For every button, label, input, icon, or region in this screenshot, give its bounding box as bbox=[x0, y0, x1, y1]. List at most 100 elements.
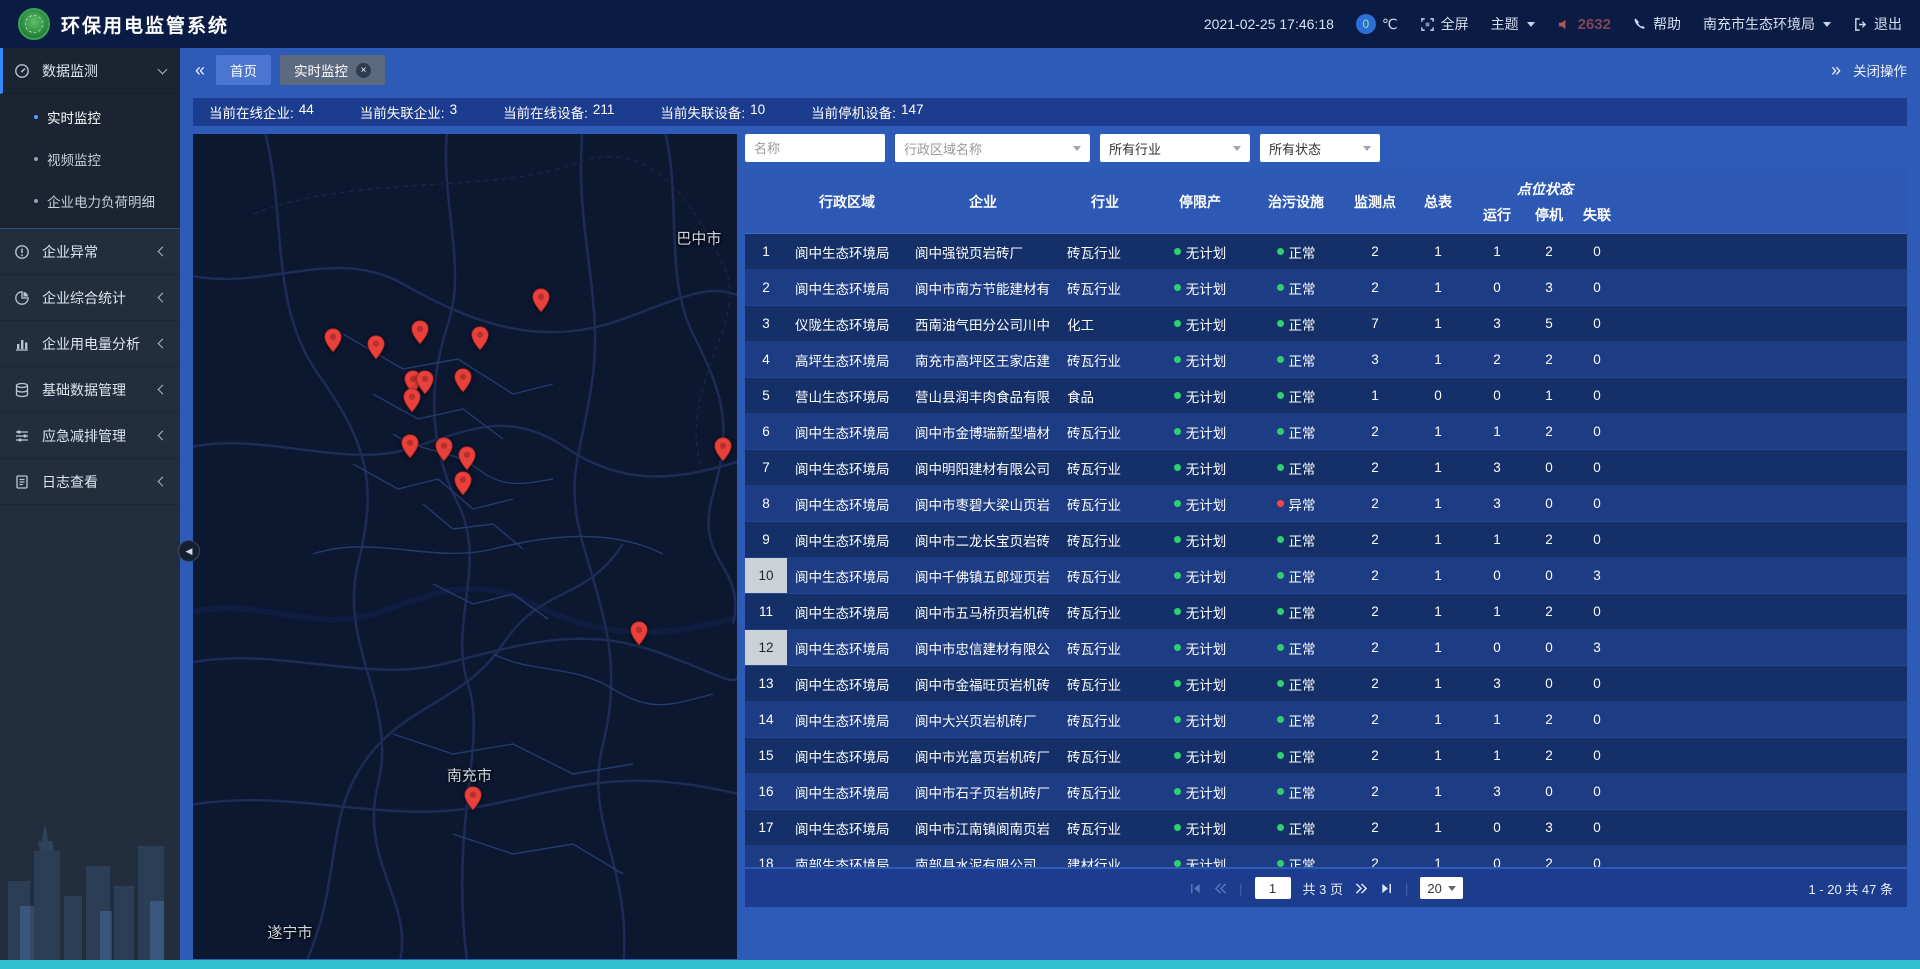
row-running-count: 3 bbox=[1469, 450, 1525, 485]
row-lost-count: 0 bbox=[1573, 378, 1621, 413]
table-row[interactable]: 17阆中生态环境局阆中市江南镇阆南页岩砖瓦行业无计划正常21030 bbox=[745, 810, 1907, 846]
tab-1[interactable]: 实时监控× bbox=[280, 55, 385, 85]
table-row[interactable]: 10阆中生态环境局阆中千佛镇五郎垭页岩砖瓦行业无计划正常21003 bbox=[745, 558, 1907, 594]
table-row[interactable]: 6阆中生态环境局阆中市金博瑞新型墙材砖瓦行业无计划正常21120 bbox=[745, 414, 1907, 450]
map-pin-11[interactable] bbox=[457, 446, 476, 471]
theme-dropdown[interactable]: 主题 bbox=[1491, 14, 1535, 34]
map-pin-1[interactable] bbox=[366, 335, 385, 360]
table-row[interactable]: 12阆中生态环境局阆中市忠信建材有限公砖瓦行业无计划正常21003 bbox=[745, 630, 1907, 666]
total-pages-label: 共 3 页 bbox=[1303, 879, 1343, 898]
table-row[interactable]: 4高坪生态环境局南充市高坪区王家店建砖瓦行业无计划正常31220 bbox=[745, 342, 1907, 378]
sidebar-group-5[interactable]: 应急减排管理 bbox=[0, 413, 180, 459]
row-company: 阆中市光富页岩机砖厂 bbox=[907, 738, 1059, 773]
row-stopped-count: 2 bbox=[1525, 846, 1573, 867]
sidebar-group-1[interactable]: 企业异常 bbox=[0, 229, 180, 275]
table-row[interactable]: 9阆中生态环境局阆中市二龙长宝页岩砖砖瓦行业无计划正常21120 bbox=[745, 522, 1907, 558]
row-company: 阆中大兴页岩机砖厂 bbox=[907, 702, 1059, 737]
divider: | bbox=[1405, 881, 1408, 896]
table-row[interactable]: 16阆中生态环境局阆中市石子页岩机砖厂砖瓦行业无计划正常21300 bbox=[745, 774, 1907, 810]
row-total-meter: 1 bbox=[1407, 846, 1469, 867]
bullet-icon bbox=[34, 199, 38, 203]
sidebar-group-3[interactable]: 企业用电量分析 bbox=[0, 321, 180, 367]
table-row[interactable]: 2阆中生态环境局阆中市南方节能建材有砖瓦行业无计划正常21030 bbox=[745, 270, 1907, 306]
stat-label: 当前在线设备: bbox=[503, 102, 588, 122]
sidebar-group-4[interactable]: 基础数据管理 bbox=[0, 367, 180, 413]
map-pin-3[interactable] bbox=[470, 326, 489, 351]
prev-page-button[interactable] bbox=[1214, 882, 1227, 895]
row-industry: 砖瓦行业 bbox=[1059, 702, 1151, 737]
status-filter-value: 所有状态 bbox=[1269, 139, 1321, 158]
sidebar-item-1[interactable]: 视频监控 bbox=[0, 138, 180, 180]
status-text: 无计划 bbox=[1186, 566, 1227, 586]
table-row[interactable]: 13阆中生态环境局阆中市金福旺页岩机砖砖瓦行业无计划正常21300 bbox=[745, 666, 1907, 702]
status-dot-green-icon bbox=[1174, 608, 1181, 615]
status-filter-select[interactable]: 所有状态 bbox=[1260, 134, 1380, 162]
row-industry: 砖瓦行业 bbox=[1059, 522, 1151, 557]
tab-close-icon[interactable]: × bbox=[356, 63, 371, 78]
next-page-button[interactable] bbox=[1355, 882, 1368, 895]
fullscreen-button[interactable]: 全屏 bbox=[1420, 14, 1469, 34]
row-lost-count: 0 bbox=[1573, 414, 1621, 449]
name-filter-input[interactable] bbox=[745, 134, 885, 162]
table-row[interactable]: 15阆中生态环境局阆中市光富页岩机砖厂砖瓦行业无计划正常21120 bbox=[745, 738, 1907, 774]
row-limit-status: 无计划 bbox=[1151, 306, 1249, 341]
page-size-select[interactable]: 20 bbox=[1420, 877, 1462, 899]
row-industry: 砖瓦行业 bbox=[1059, 342, 1151, 377]
row-monitor-points: 2 bbox=[1343, 702, 1407, 737]
last-page-button[interactable] bbox=[1380, 882, 1393, 895]
map-pin-4[interactable] bbox=[531, 288, 550, 313]
map-pin-9[interactable] bbox=[400, 434, 419, 459]
table-row[interactable]: 1阆中生态环境局阆中强锐页岩砖厂砖瓦行业无计划正常21120 bbox=[745, 234, 1907, 270]
tab-scroll-left-button[interactable]: « bbox=[193, 61, 207, 79]
row-stopped-count: 2 bbox=[1525, 738, 1573, 773]
close-operations-button[interactable]: 关闭操作 bbox=[1853, 60, 1907, 80]
industry-filter-select[interactable]: 所有行业 bbox=[1100, 134, 1250, 162]
sidebar-submenu: 实时监控视频监控企业电力负荷明细 bbox=[0, 94, 180, 229]
row-stopped-count: 0 bbox=[1525, 558, 1573, 593]
sidebar-item-2[interactable]: 企业电力负荷明细 bbox=[0, 180, 180, 222]
table-row[interactable]: 11阆中生态环境局阆中市五马桥页岩机砖砖瓦行业无计划正常21120 bbox=[745, 594, 1907, 630]
sidebar-group-6[interactable]: 日志查看 bbox=[0, 459, 180, 505]
sidebar-item-0[interactable]: 实时监控 bbox=[0, 96, 180, 138]
row-running-count: 1 bbox=[1469, 594, 1525, 629]
first-page-button[interactable] bbox=[1189, 882, 1202, 895]
map-pin-8[interactable] bbox=[402, 388, 421, 413]
row-company: 南充市高坪区王家店建 bbox=[907, 342, 1059, 377]
map-pin-12[interactable] bbox=[454, 471, 473, 496]
region-filter-select[interactable]: 行政区域名称 bbox=[895, 134, 1090, 162]
page-number-input[interactable] bbox=[1255, 877, 1291, 899]
map-pin-10[interactable] bbox=[434, 437, 453, 462]
stat-label: 当前在线企业: bbox=[209, 102, 294, 122]
sidebar-collapse-handle[interactable]: ◀ bbox=[178, 540, 200, 562]
stats-bar: 当前在线企业:44当前失联企业:3当前在线设备:211当前失联设备:10当前停机… bbox=[193, 98, 1907, 126]
row-index: 8 bbox=[745, 486, 787, 521]
map-pin-14[interactable] bbox=[630, 621, 649, 646]
tab-scroll-right-button[interactable]: » bbox=[1829, 61, 1843, 79]
tab-0[interactable]: 首页 bbox=[216, 55, 271, 85]
org-dropdown[interactable]: 南充市生态环境局 bbox=[1703, 14, 1831, 34]
map-pin-0[interactable] bbox=[323, 328, 342, 353]
map-pin-2[interactable] bbox=[411, 320, 430, 345]
row-monitor-points: 2 bbox=[1343, 234, 1407, 269]
row-industry: 砖瓦行业 bbox=[1059, 630, 1151, 665]
sidebar-group-2[interactable]: 企业综合统计 bbox=[0, 275, 180, 321]
table-row[interactable]: 8阆中生态环境局阆中市枣碧大梁山页岩砖瓦行业无计划异常21300 bbox=[745, 486, 1907, 522]
map-pin-13[interactable] bbox=[713, 437, 732, 462]
row-monitor-points: 2 bbox=[1343, 666, 1407, 701]
table-row[interactable]: 3仪陇生态环境局西南油气田分公司川中化工无计划正常71350 bbox=[745, 306, 1907, 342]
table-row[interactable]: 18南部生态环境局南部县水泥有限公司建材行业无计划正常21020 bbox=[745, 846, 1907, 867]
table-row[interactable]: 5营山生态环境局营山县润丰肉食品有限食品无计划正常10010 bbox=[745, 378, 1907, 414]
map-canvas[interactable]: 巴中市南充市遂宁市 bbox=[193, 134, 737, 959]
map-pin-15[interactable] bbox=[463, 786, 482, 811]
row-facility-status: 正常 bbox=[1249, 810, 1343, 845]
alarm-indicator[interactable]: 2632 bbox=[1557, 16, 1611, 33]
chevron-left-icon bbox=[158, 431, 168, 441]
sidebar-group-0[interactable]: 数据监测 bbox=[0, 48, 180, 94]
logout-button[interactable]: 退出 bbox=[1853, 14, 1902, 34]
map-pin-7[interactable] bbox=[454, 368, 473, 393]
row-monitor-points: 2 bbox=[1343, 414, 1407, 449]
table-row[interactable]: 14阆中生态环境局阆中大兴页岩机砖厂砖瓦行业无计划正常21120 bbox=[745, 702, 1907, 738]
help-button[interactable]: 帮助 bbox=[1633, 14, 1681, 34]
table-row[interactable]: 7阆中生态环境局阆中明阳建材有限公司砖瓦行业无计划正常21300 bbox=[745, 450, 1907, 486]
sidebar-item-label: 企业电力负荷明细 bbox=[47, 191, 155, 211]
